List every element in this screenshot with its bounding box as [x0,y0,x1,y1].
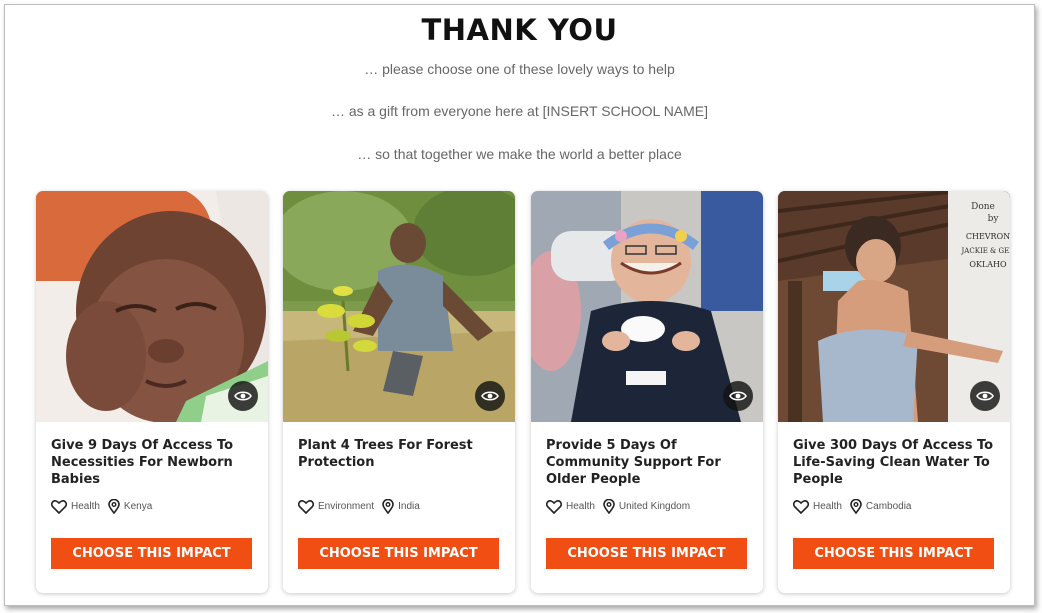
impact-location: Cambodia [865,501,912,512]
location-pin-icon [108,499,120,514]
impact-photo-older-people [531,191,763,422]
location-pin-icon [603,499,615,514]
svg-text:OKLAHO: OKLAHO [969,260,1007,269]
choose-impact-button[interactable]: CHOOSE THIS IMPACT [51,538,252,569]
impact-meta: Health Cambodia [793,499,920,514]
preview-eye-button[interactable] [228,381,258,411]
subtitle-line-3: … so that together we make the world a b… [357,146,682,162]
svg-text:CHEVRON: CHEVRON [966,232,1010,241]
location-pin-icon [850,499,862,514]
heart-icon [546,499,562,514]
impact-card-clean-water[interactable]: Done by CHEVRON JACKIE & GER OKLAHO Give… [778,191,1010,593]
choose-impact-button[interactable]: CHOOSE THIS IMPACT [793,538,994,569]
heart-icon [793,499,809,514]
impact-card-older-people[interactable]: Provide 5 Days Of Community Support For … [531,191,763,593]
eye-icon [976,391,994,401]
impact-card-trees[interactable]: Plant 4 Trees For Forest Protection Envi… [283,191,515,593]
heart-icon [298,499,314,514]
impact-location: United Kingdom [618,501,691,512]
impact-title: Give 300 Days Of Access To Life-Saving C… [793,438,994,487]
impact-meta: Health Kenya [51,499,160,514]
impact-meta: Health United Kingdom [546,499,698,514]
preview-eye-button[interactable] [475,381,505,411]
heart-icon [51,499,67,514]
impact-category: Environment [318,501,375,512]
eye-icon [729,391,747,401]
preview-eye-button[interactable] [723,381,753,411]
impact-meta: Environment India [298,499,428,514]
impact-category: Health [813,501,842,512]
impact-category: Health [566,501,595,512]
eye-icon [234,391,252,401]
impact-photo-clean-water: Done by CHEVRON JACKIE & GER OKLAHO [778,191,1010,422]
eye-icon [481,391,499,401]
impact-location: Kenya [123,501,153,512]
choose-impact-button[interactable]: CHOOSE THIS IMPACT [546,538,747,569]
impact-category: Health [71,501,100,512]
location-pin-icon [382,499,394,514]
choose-impact-button[interactable]: CHOOSE THIS IMPACT [298,538,499,569]
impact-title: Plant 4 Trees For Forest Protection [298,438,473,470]
impact-title: Give 9 Days Of Access To Necessities For… [51,438,234,487]
subtitle-line-2: … as a gift from everyone here at [INSER… [330,103,709,119]
impact-photo-trees [283,191,515,422]
svg-text:by: by [988,214,1000,224]
subtitle-line-1: … please choose one of these lovely ways… [364,61,675,77]
impact-title: Provide 5 Days Of Community Support For … [546,438,721,487]
page-title: THANK YOU [421,13,618,47]
impact-card-newborn[interactable]: Give 9 Days Of Access To Necessities For… [36,191,268,593]
svg-text:JACKIE & GER: JACKIE & GER [961,247,1010,255]
sign-text: Done [971,202,995,212]
impact-photo-newborn [36,191,268,422]
preview-eye-button[interactable] [970,381,1000,411]
impact-location: India [398,501,420,512]
